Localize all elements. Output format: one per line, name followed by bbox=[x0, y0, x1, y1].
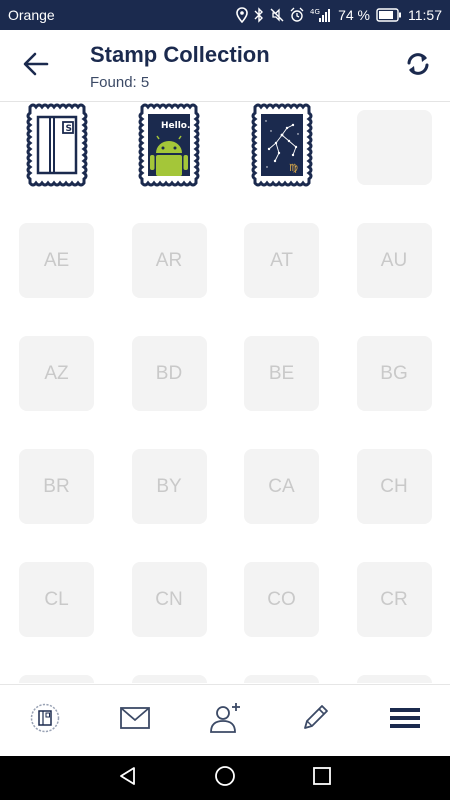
stamp-icon bbox=[29, 702, 61, 739]
stamp-slot-empty[interactable] bbox=[356, 110, 432, 185]
stamp-slot[interactable]: CN bbox=[131, 562, 207, 637]
stamp-slot-partial[interactable] bbox=[244, 675, 319, 683]
mute-icon bbox=[270, 7, 284, 23]
stamp-grid-area: S Hello. ♍ AE AR AT AU AZ BD BE BG BR BY… bbox=[0, 103, 450, 683]
carrier-label: Orange bbox=[8, 7, 55, 23]
system-back-button[interactable] bbox=[108, 758, 148, 798]
stamp-slot[interactable]: CL bbox=[19, 562, 94, 637]
system-nav-bar bbox=[0, 756, 450, 800]
bottom-nav bbox=[0, 684, 450, 756]
stamp-slot[interactable]: BY bbox=[131, 449, 207, 524]
stamp-slot[interactable]: AE bbox=[19, 223, 94, 298]
square-recents-icon bbox=[311, 765, 333, 792]
signal-icon: 4G bbox=[310, 7, 332, 23]
mail-tab[interactable] bbox=[105, 691, 165, 751]
svg-text:4G: 4G bbox=[310, 8, 320, 16]
system-home-button[interactable] bbox=[205, 758, 245, 798]
stamp-slot[interactable]: CO bbox=[244, 562, 319, 637]
circle-home-icon bbox=[213, 764, 237, 793]
stamp-slot[interactable]: BR bbox=[19, 449, 94, 524]
stamp-slot[interactable]: AZ bbox=[19, 336, 94, 411]
location-icon bbox=[236, 7, 248, 23]
back-button[interactable] bbox=[18, 48, 54, 84]
hamburger-menu-icon bbox=[390, 706, 420, 735]
stamp-letter[interactable]: S bbox=[19, 103, 94, 186]
system-recents-button[interactable] bbox=[302, 758, 342, 798]
stamp-slot[interactable]: AU bbox=[356, 223, 432, 298]
stamp-slot-partial[interactable] bbox=[356, 675, 432, 683]
stamp-slot[interactable]: CH bbox=[356, 449, 432, 524]
stamp-slot[interactable]: CR bbox=[356, 562, 432, 637]
write-tab[interactable] bbox=[285, 691, 345, 751]
add-user-icon bbox=[208, 701, 242, 740]
svg-text:Hello.: Hello. bbox=[161, 121, 190, 131]
alarm-icon bbox=[290, 7, 304, 23]
arrow-left-icon bbox=[22, 50, 50, 83]
stamp-slot-partial[interactable] bbox=[19, 675, 94, 683]
svg-text:♍: ♍ bbox=[289, 163, 298, 174]
stamp-slot[interactable]: AT bbox=[244, 223, 319, 298]
menu-tab[interactable] bbox=[375, 691, 435, 751]
pencil-icon bbox=[299, 702, 331, 739]
status-bar: Orange 4G 74 % 11:57 bbox=[0, 0, 450, 30]
battery-label: 74 % bbox=[338, 7, 370, 23]
stamp-slot[interactable]: BE bbox=[244, 336, 319, 411]
battery-icon bbox=[376, 8, 402, 22]
stamp-slot[interactable]: BD bbox=[131, 336, 207, 411]
refresh-icon bbox=[405, 51, 431, 82]
android-hello-icon: Hello. bbox=[136, 103, 202, 193]
triangle-back-icon bbox=[117, 765, 139, 792]
svg-text:S: S bbox=[65, 124, 71, 134]
stamp-slot-partial[interactable] bbox=[131, 675, 207, 683]
app-bar: Stamp Collection Found: 5 bbox=[0, 30, 450, 102]
stamp-constellation[interactable]: ♍ bbox=[244, 103, 319, 186]
bluetooth-icon bbox=[254, 7, 264, 23]
stamp-slot[interactable]: BG bbox=[356, 336, 432, 411]
page-title: Stamp Collection bbox=[90, 42, 270, 67]
envelope-icon bbox=[119, 705, 151, 736]
status-icons: 4G 74 % 11:57 bbox=[236, 7, 442, 23]
add-friend-tab[interactable] bbox=[195, 691, 255, 751]
stamp-android[interactable]: Hello. bbox=[132, 103, 207, 186]
stamp-slot[interactable]: CA bbox=[244, 449, 319, 524]
clock: 11:57 bbox=[408, 7, 442, 23]
letter-s-icon: S bbox=[24, 103, 90, 193]
stamps-tab[interactable] bbox=[15, 691, 75, 751]
found-count: Found: 5 bbox=[90, 74, 150, 91]
stamp-grid: S Hello. ♍ AE AR AT AU AZ BD BE BG BR BY… bbox=[19, 103, 432, 683]
stamp-slot[interactable]: AR bbox=[131, 223, 207, 298]
refresh-button[interactable] bbox=[400, 48, 436, 84]
virgo-constellation-icon: ♍ bbox=[249, 103, 315, 193]
